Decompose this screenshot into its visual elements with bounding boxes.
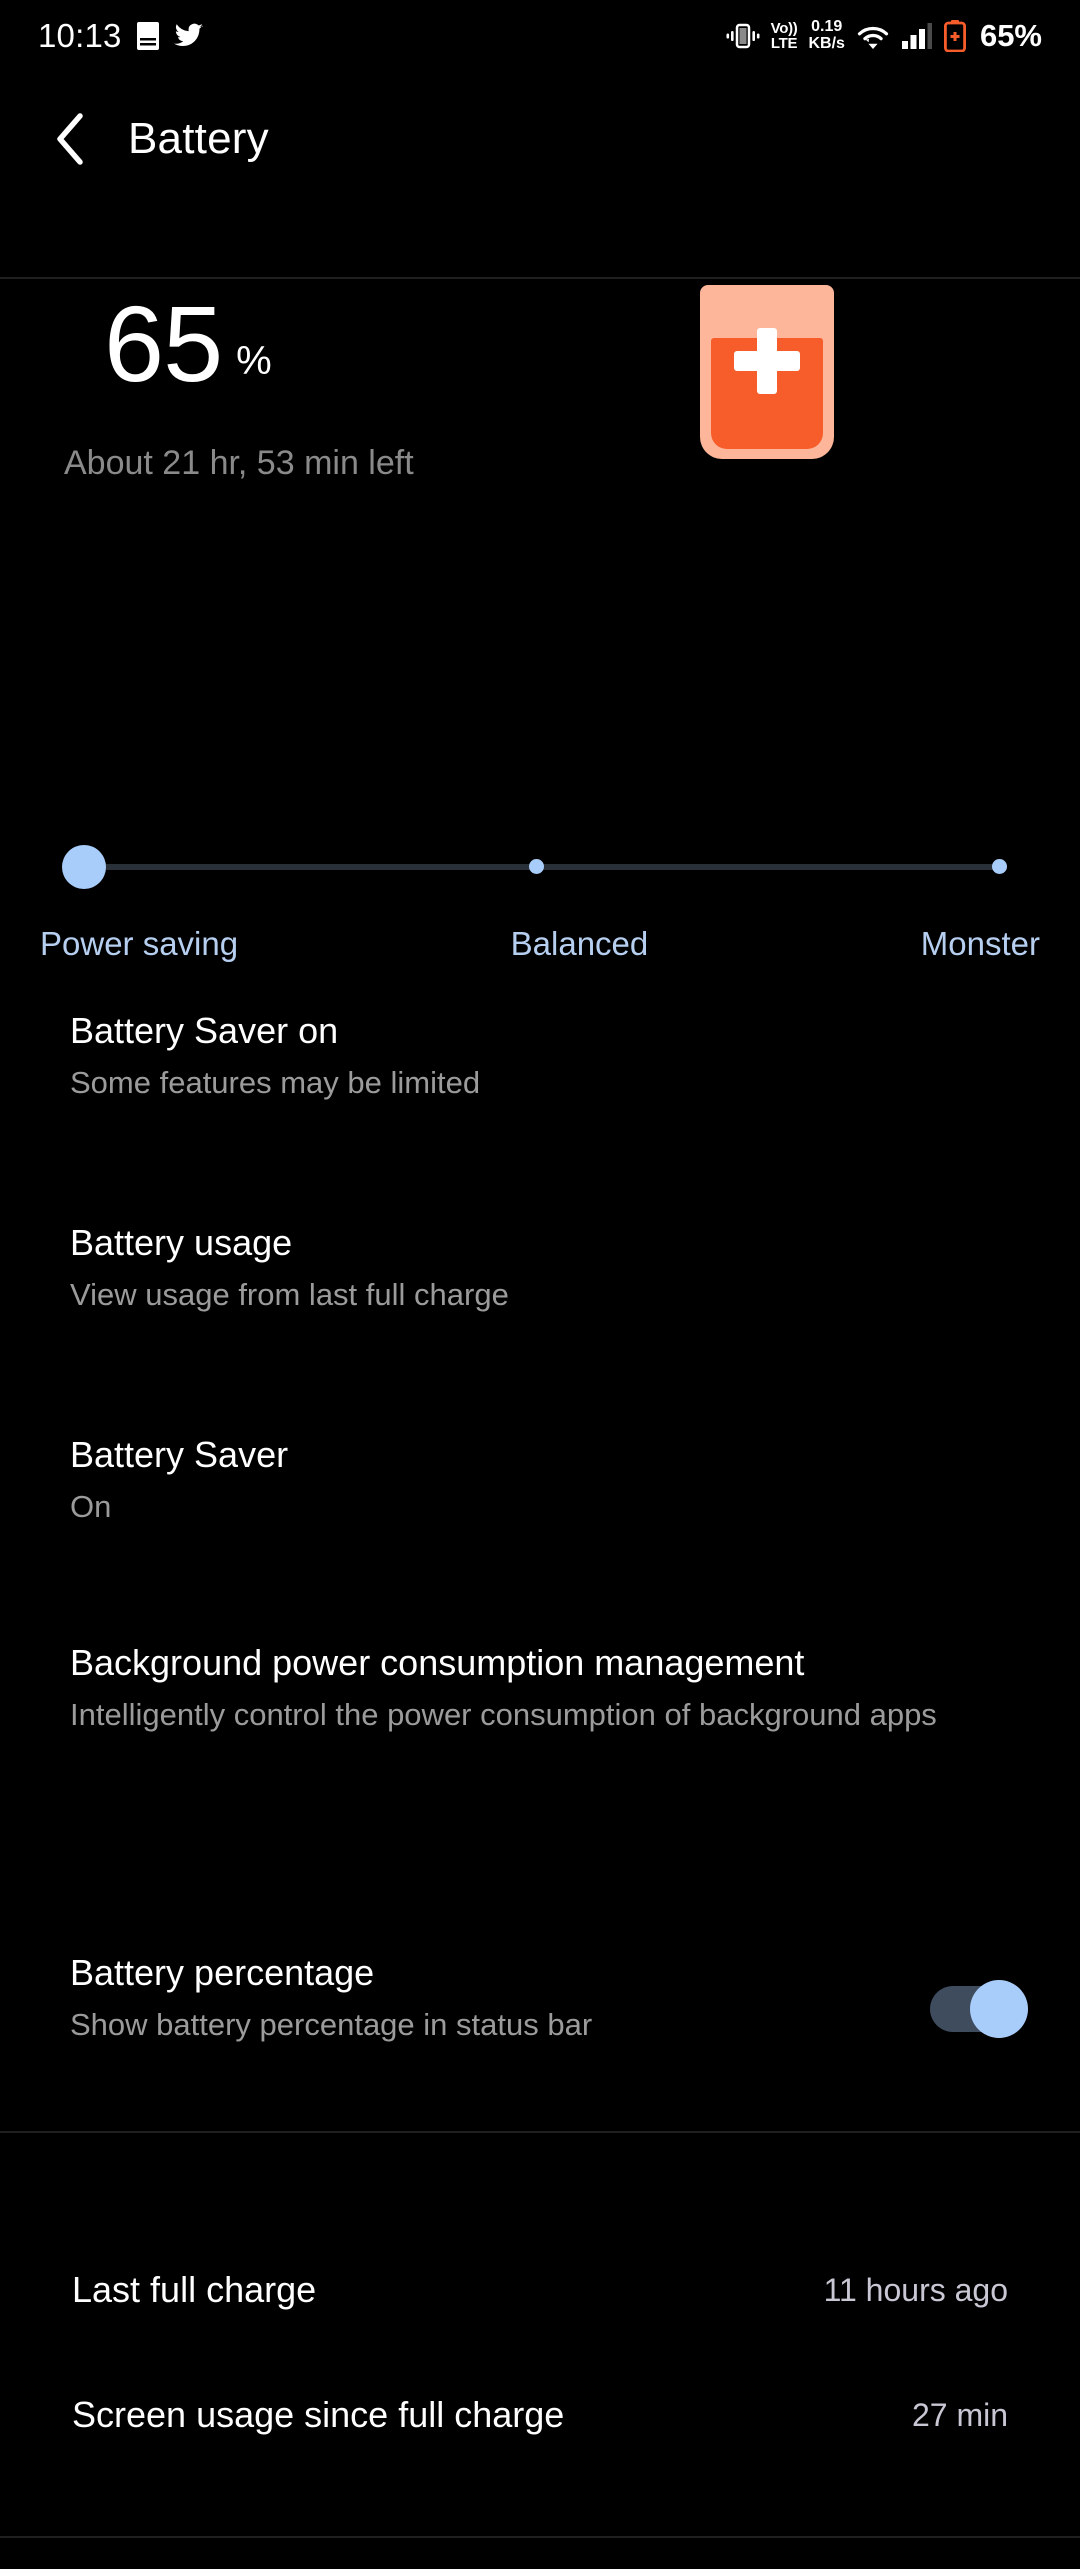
battery-percent-number: 65 <box>104 283 223 404</box>
slider-label-monster[interactable]: Monster <box>921 925 1040 963</box>
list-item-subtitle: Show battery percentage in status bar <box>70 2007 593 2043</box>
list-item-subtitle: View usage from last full charge <box>70 1277 509 1313</box>
page-title: Battery <box>128 113 269 163</box>
battery-time-remaining: About 21 hr, 53 min left <box>64 444 414 482</box>
toggle-thumb <box>970 1980 1028 2038</box>
network-speed-value: 0.19 <box>811 18 843 36</box>
battery-percent-symbol: % <box>236 339 272 383</box>
list-item-title: Background power consumption management <box>70 1642 805 1683</box>
battery-percent-display: 65 % <box>104 290 272 398</box>
list-item-title: Battery percentage <box>70 1952 375 1993</box>
status-time: 10:13 <box>38 17 122 54</box>
list-item-battery-saver-on[interactable]: Battery Saver on Some features may be li… <box>0 1010 1080 1103</box>
vibrate-icon <box>726 21 760 51</box>
list-item-battery-saver[interactable]: Battery Saver On <box>0 1434 1080 1527</box>
notes-icon <box>136 21 160 51</box>
stat-value: 27 min <box>911 2396 1008 2433</box>
battery-saver-icon <box>943 20 966 52</box>
slider-tick-monster[interactable] <box>992 859 1007 874</box>
list-item-subtitle: Some features may be limited <box>70 1065 481 1101</box>
stat-value: 11 hours ago <box>823 2271 1008 2308</box>
list-item-battery-usage[interactable]: Battery usage View usage from last full … <box>0 1222 1080 1315</box>
header-divider <box>0 277 1080 279</box>
wifi-icon <box>856 22 890 50</box>
network-speed-indicator: 0.19 KB/s <box>808 18 845 53</box>
battery-summary: 65 % About 21 hr, 53 min left <box>0 280 1080 580</box>
list-item-title: Battery usage <box>70 1222 293 1263</box>
stat-row-last-full-charge[interactable]: Last full charge 11 hours ago <box>0 2252 1080 2328</box>
stat-label: Last full charge <box>72 2269 317 2310</box>
bottom-divider <box>0 2536 1080 2538</box>
slider-labels: Power saving Balanced Monster <box>0 925 1080 963</box>
section-divider <box>0 2131 1080 2133</box>
slider-tick-balanced[interactable] <box>529 859 544 874</box>
page-header: Battery <box>0 72 1080 205</box>
battery-plus-vertical <box>757 328 777 394</box>
list-item-subtitle: Intelligently control the power consumpt… <box>70 1697 937 1733</box>
volte-top-label: Vo)) <box>770 20 798 37</box>
slider-label-balanced[interactable]: Balanced <box>238 925 921 963</box>
battery-settings-screen: 10:13 Vo)) LTE 0.19 KB/s 65% Battery 65 … <box>0 0 1080 2569</box>
twitter-icon <box>173 23 204 49</box>
volte-bottom-label: LTE <box>770 35 798 52</box>
performance-mode-slider[interactable]: Power saving Balanced Monster <box>0 845 1080 995</box>
chevron-left-icon[interactable] <box>42 112 96 166</box>
battery-percentage-toggle[interactable] <box>930 1980 1028 2038</box>
signal-icon <box>901 22 933 50</box>
status-bar-right: Vo)) LTE 0.19 KB/s 65% <box>726 18 1042 54</box>
list-item-battery-percentage[interactable]: Battery percentage Show battery percenta… <box>0 1952 1080 2045</box>
list-item-title: Battery Saver <box>70 1434 289 1475</box>
status-battery-percent: 65% <box>979 18 1042 53</box>
network-speed-unit: KB/s <box>808 35 845 52</box>
volte-icon: Vo)) LTE <box>771 21 798 51</box>
stat-label: Screen usage since full charge <box>72 2394 565 2435</box>
list-item-title: Battery Saver on <box>70 1010 339 1051</box>
status-bar-left: 10:13 <box>38 17 204 55</box>
stat-row-screen-usage[interactable]: Screen usage since full charge 27 min <box>0 2377 1080 2453</box>
slider-label-power-saving[interactable]: Power saving <box>40 925 238 963</box>
list-item-background-power-management[interactable]: Background power consumption management … <box>0 1642 1080 1735</box>
status-bar: 10:13 Vo)) LTE 0.19 KB/s 65% <box>0 0 1080 72</box>
slider-thumb[interactable] <box>62 845 106 889</box>
list-item-subtitle: On <box>70 1489 112 1525</box>
battery-plus-icon <box>700 285 834 459</box>
